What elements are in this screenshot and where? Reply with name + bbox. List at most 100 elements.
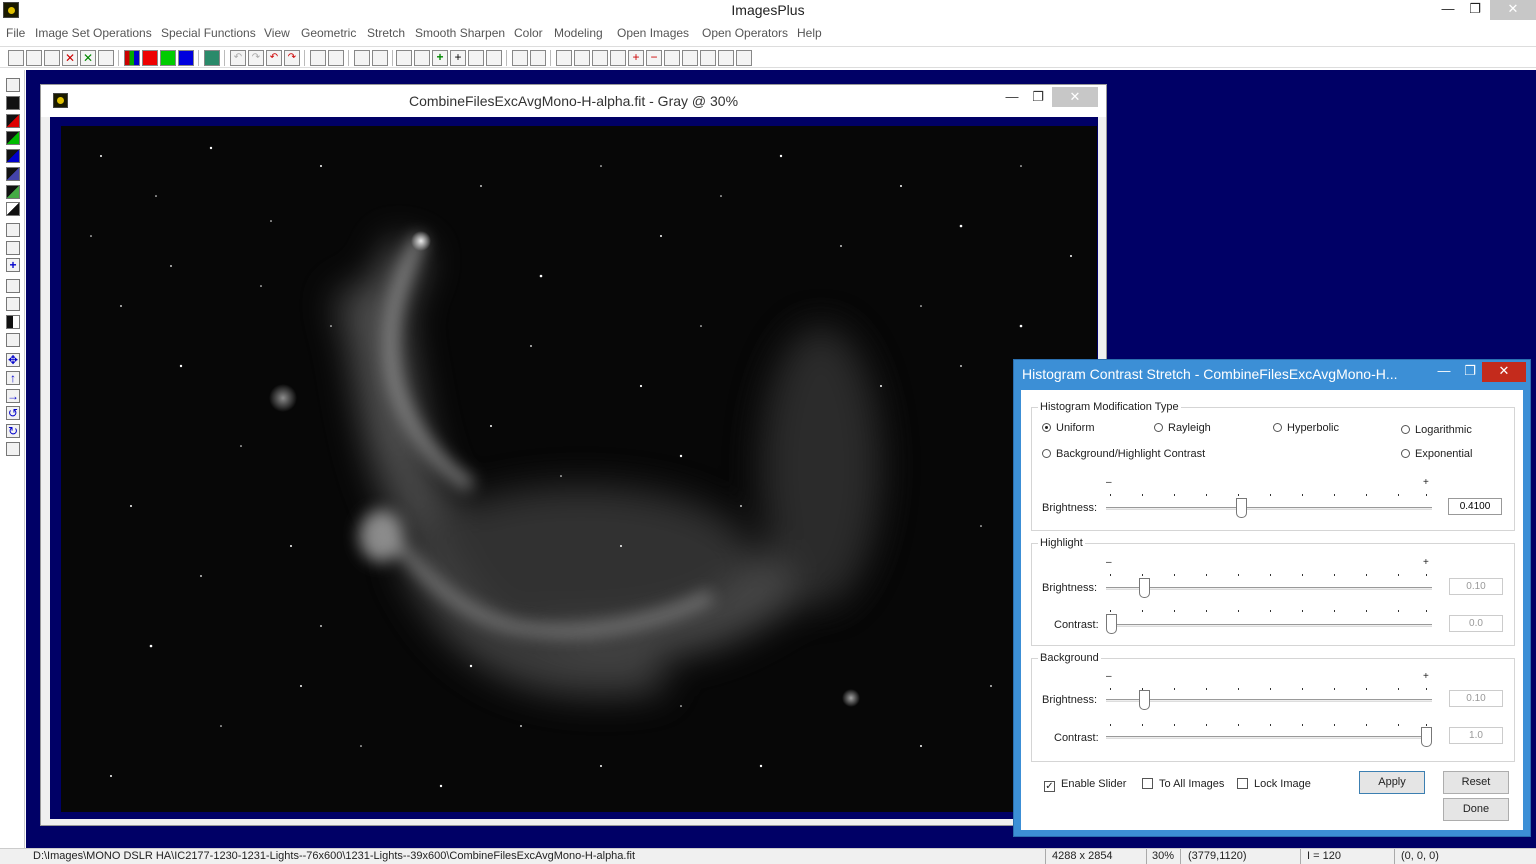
highlight-contrast-field[interactable]: 0.0: [1449, 615, 1503, 632]
green-adjust-icon[interactable]: [6, 131, 20, 145]
redo-icon[interactable]: ↷: [284, 50, 300, 66]
redo-disabled-icon[interactable]: ↷: [248, 50, 264, 66]
undo-icon[interactable]: ↶: [266, 50, 282, 66]
radio-background-highlight-contrast[interactable]: Background/Highlight Contrast: [1042, 448, 1205, 460]
highlight-brightness-field[interactable]: 0.10: [1449, 578, 1503, 595]
image-close-icon[interactable]: ✕: [1052, 87, 1098, 107]
highlight-contrast-thumb[interactable]: [1106, 614, 1117, 634]
menu-file[interactable]: File: [6, 26, 25, 40]
expand-icon[interactable]: +: [628, 50, 644, 66]
zoom-out-icon[interactable]: [574, 50, 590, 66]
open-file-icon[interactable]: [26, 50, 42, 66]
dialog-close-icon[interactable]: ✕: [1482, 362, 1526, 382]
to-all-images-checkbox[interactable]: To All Images: [1142, 778, 1224, 790]
red-channel-icon[interactable]: [142, 50, 158, 66]
shift-right-icon[interactable]: →: [6, 389, 20, 403]
background-brightness-thumb[interactable]: [1139, 690, 1150, 710]
rotate-right-icon[interactable]: ↻: [6, 424, 20, 438]
mosaic-icon[interactable]: [530, 50, 546, 66]
menu-view[interactable]: View: [264, 26, 290, 40]
highlight-brightness-track[interactable]: [1106, 587, 1432, 590]
menu-smooth-sharpen[interactable]: Smooth Sharpen: [415, 26, 505, 40]
radio-hyperbolic[interactable]: Hyperbolic: [1273, 422, 1339, 434]
curve-tool-icon[interactable]: [372, 50, 388, 66]
close-image-icon[interactable]: ✕: [62, 50, 78, 66]
brightness-value-field[interactable]: 0.4100: [1448, 498, 1502, 515]
window-2-icon[interactable]: [682, 50, 698, 66]
align-icon[interactable]: +: [6, 258, 20, 272]
apply-button[interactable]: Apply: [1359, 771, 1425, 794]
enable-slider-checkbox[interactable]: ✓ Enable Slider: [1044, 778, 1126, 792]
red-adjust-icon[interactable]: [6, 114, 20, 128]
menu-color[interactable]: Color: [514, 26, 543, 40]
background-brightness-track[interactable]: [1106, 699, 1432, 702]
minimize-icon[interactable]: —: [1434, 0, 1462, 20]
line-tool-icon[interactable]: [354, 50, 370, 66]
red-select-icon[interactable]: [6, 333, 20, 347]
blue-channel-icon[interactable]: [178, 50, 194, 66]
print-icon[interactable]: [98, 50, 114, 66]
contrast-icon[interactable]: [6, 315, 20, 329]
background-contrast-thumb[interactable]: [1421, 727, 1432, 747]
star-mask-red-icon[interactable]: [328, 50, 344, 66]
triangle-tool-icon[interactable]: [396, 50, 412, 66]
grid-icon[interactable]: [468, 50, 484, 66]
image-minimize-icon[interactable]: —: [998, 87, 1026, 107]
radio-rayleigh[interactable]: Rayleigh: [1154, 422, 1211, 434]
invert-icon[interactable]: [6, 202, 20, 216]
radio-uniform[interactable]: Uniform: [1042, 422, 1095, 434]
image-info-icon[interactable]: [486, 50, 502, 66]
window-1-icon[interactable]: [664, 50, 680, 66]
lock-image-checkbox[interactable]: Lock Image: [1237, 778, 1311, 790]
star-mask-icon[interactable]: [310, 50, 326, 66]
maximize-icon[interactable]: ❐: [1461, 0, 1489, 20]
levels-icon[interactable]: [6, 297, 20, 311]
background-brightness-field[interactable]: 0.10: [1449, 690, 1503, 707]
radio-exponential[interactable]: Exponential: [1401, 448, 1473, 460]
window-4-icon[interactable]: [718, 50, 734, 66]
zoom-in-icon[interactable]: [556, 50, 572, 66]
nebula-image[interactable]: [61, 126, 1097, 812]
black-point-icon[interactable]: [6, 96, 20, 110]
menu-stretch[interactable]: Stretch: [367, 26, 405, 40]
highlight-contrast-track[interactable]: [1106, 624, 1432, 627]
luminance-icon[interactable]: [6, 167, 20, 181]
brightness-slider-thumb[interactable]: [1236, 498, 1247, 518]
crop-icon[interactable]: [6, 279, 20, 293]
save-copy-icon[interactable]: [6, 78, 20, 92]
measure-icon[interactable]: [414, 50, 430, 66]
background-contrast-field[interactable]: 1.0: [1449, 727, 1503, 744]
save-icon[interactable]: [44, 50, 60, 66]
zoom-actual-icon[interactable]: [610, 50, 626, 66]
menu-open-operators[interactable]: Open Operators: [702, 26, 788, 40]
menu-image-set-operations[interactable]: Image Set Operations: [35, 26, 152, 40]
crosshair-icon[interactable]: +: [450, 50, 466, 66]
color-balance-icon[interactable]: [6, 185, 20, 199]
image-maximize-icon[interactable]: ❐: [1024, 87, 1052, 107]
gamma-icon[interactable]: [6, 223, 20, 237]
menu-geometric[interactable]: Geometric: [301, 26, 356, 40]
menu-special-functions[interactable]: Special Functions: [161, 26, 256, 40]
move-icon[interactable]: ✥: [6, 353, 20, 367]
highlight-brightness-thumb[interactable]: [1139, 578, 1150, 598]
menu-open-images[interactable]: Open Images: [617, 26, 689, 40]
shift-up-icon[interactable]: ↑: [6, 371, 20, 385]
window-5-icon[interactable]: [736, 50, 752, 66]
curves-icon[interactable]: [6, 241, 20, 255]
menu-modeling[interactable]: Modeling: [554, 26, 603, 40]
reset-button[interactable]: Reset: [1443, 771, 1509, 794]
histogram-icon[interactable]: [204, 50, 220, 66]
rgb-channels-icon[interactable]: [124, 50, 140, 66]
close-all-icon[interactable]: ✕: [80, 50, 96, 66]
brightness-slider-track[interactable]: [1106, 507, 1432, 510]
flip-icon[interactable]: [6, 442, 20, 456]
zoom-fit-icon[interactable]: [592, 50, 608, 66]
green-channel-icon[interactable]: [160, 50, 176, 66]
close-icon[interactable]: ✕: [1490, 0, 1536, 20]
menu-help[interactable]: Help: [797, 26, 822, 40]
window-3-icon[interactable]: [700, 50, 716, 66]
pencil-icon[interactable]: [512, 50, 528, 66]
shrink-icon[interactable]: −: [646, 50, 662, 66]
new-file-icon[interactable]: [8, 50, 24, 66]
radio-logarithmic[interactable]: Logarithmic: [1401, 424, 1472, 436]
